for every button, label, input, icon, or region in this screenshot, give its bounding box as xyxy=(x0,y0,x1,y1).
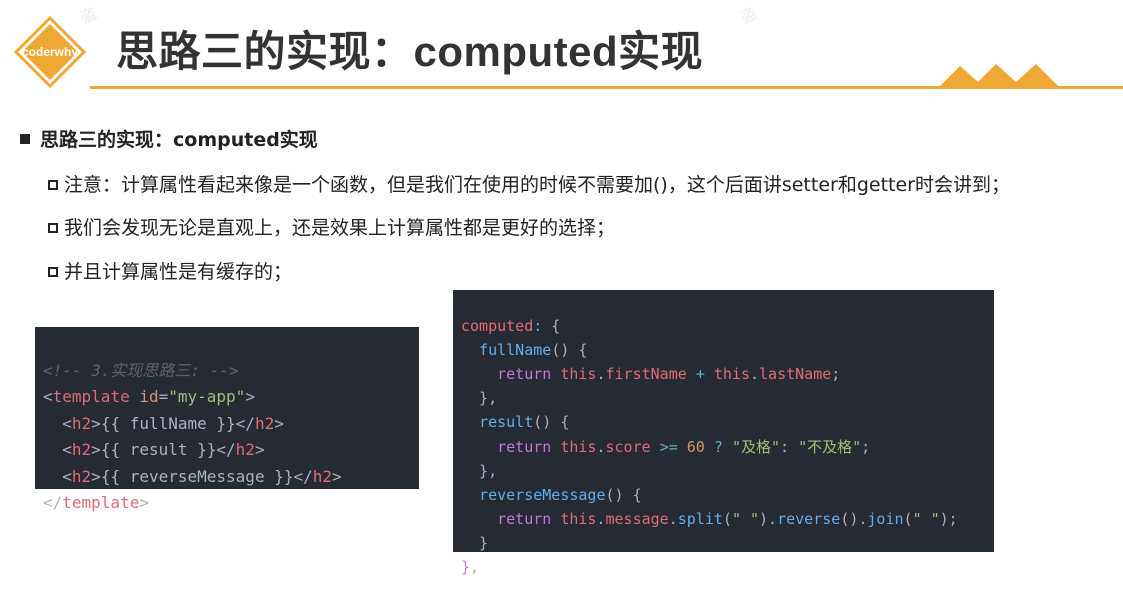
list-item: 并且计算属性是有缓存的； xyxy=(48,257,292,284)
code-this: this xyxy=(560,437,597,456)
code-this: this xyxy=(560,365,597,384)
code-tag: template xyxy=(62,493,140,512)
code-tag: template xyxy=(52,387,130,406)
hollow-square-icon xyxy=(48,223,58,233)
code-string: "不及格" xyxy=(798,437,862,456)
list-item-text: 注意：计算属性看起来像是一个函数，但是我们在使用的时候不需要加()，这个后面讲s… xyxy=(64,174,1010,196)
code-key: computed xyxy=(461,317,534,336)
coderwhy-logo: coderwhy xyxy=(13,15,87,89)
code-keyword: return xyxy=(497,365,552,384)
code-fn: join xyxy=(867,509,904,528)
watermark: 盗 xyxy=(737,3,760,28)
template-code-block: <!-- 3.实现思路三: --> <template id="my-app"> … xyxy=(35,327,419,512)
code-tag: h2 xyxy=(71,440,92,459)
code-prop: lastName xyxy=(759,365,832,384)
code-this: this xyxy=(560,509,597,528)
list-item-text: 并且计算属性是有缓存的； xyxy=(64,261,293,283)
code-fn: reverseMessage xyxy=(479,485,606,504)
code-mustache: {{ reverseMessage }} xyxy=(100,466,294,486)
code-fn: fullName xyxy=(479,341,552,360)
code-tag: h2 xyxy=(312,466,332,486)
page-title: 思路三的实现：computed实现 xyxy=(116,28,704,75)
hollow-square-icon xyxy=(48,180,58,190)
code-attr: id xyxy=(139,387,159,406)
filled-square-icon xyxy=(20,134,30,144)
code-prop: firstName xyxy=(605,365,687,384)
code-fn: split xyxy=(677,509,723,528)
code-prop: message xyxy=(605,509,669,528)
main-bullet-text: 思路三的实现：computed实现 xyxy=(40,129,318,151)
logo-text: coderwhy xyxy=(21,45,78,59)
code-tag: h2 xyxy=(235,440,255,459)
code-string: " " xyxy=(912,509,940,528)
hollow-square-icon xyxy=(48,267,58,277)
code-tag: h2 xyxy=(71,413,92,433)
list-item: 我们会发现无论是直观上，还是效果上计算属性都是更好的选择； xyxy=(48,213,615,240)
code-comment: <!-- 3.实现思路三: --> xyxy=(43,360,239,380)
mountain-decoration-icon xyxy=(938,64,1060,88)
code-string: " " xyxy=(731,509,760,528)
code-prop: score xyxy=(605,437,651,456)
list-item-text: 我们会发现无论是直观上，还是效果上计算属性都是更好的选择； xyxy=(64,217,616,239)
code-mustache: {{ fullName }} xyxy=(100,413,236,433)
code-string: "及格" xyxy=(731,437,780,456)
main-bullet: 思路三的实现：computed实现 xyxy=(20,125,318,152)
code-string: "my-app" xyxy=(168,387,246,406)
code-keyword: return xyxy=(497,509,552,528)
code-number: 60 xyxy=(686,437,705,456)
script-code-block: computed: { fullName() { return this.fir… xyxy=(453,290,994,576)
code-this: this xyxy=(713,365,750,384)
code-mustache: {{ result }} xyxy=(100,440,217,459)
code-tag: h2 xyxy=(254,413,275,433)
code-fn: reverse xyxy=(777,509,841,528)
code-keyword: return xyxy=(497,437,552,456)
code-tag: h2 xyxy=(71,466,92,486)
list-item: 注意：计算属性看起来像是一个函数，但是我们在使用的时候不需要加()，这个后面讲s… xyxy=(48,170,1010,197)
title-underline xyxy=(90,86,1123,89)
code-fn: result xyxy=(479,413,534,432)
